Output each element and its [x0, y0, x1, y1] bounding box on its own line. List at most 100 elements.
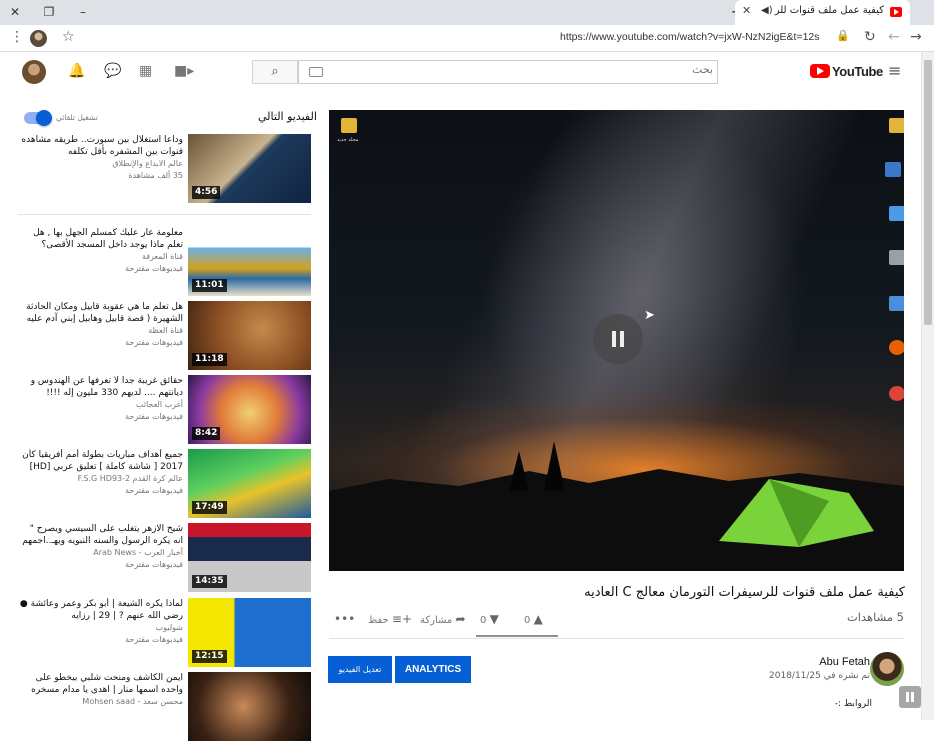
recommendation-item[interactable]: 17:49 جميع أهداف مباريات بطولة أمم أفريق…	[18, 449, 311, 519]
address-bar[interactable]: https://www.youtube.com/watch?v=jxW-NzN2…	[560, 31, 820, 43]
recommendation-title[interactable]: هل تعلم ما هي عقوبة قابيل ومكان الحادثة …	[18, 301, 183, 325]
recommendation-item[interactable]: 11:01 معلومة عار عليك كمسلم الجهل بها , …	[18, 227, 311, 297]
search-icon: ⌕	[271, 64, 279, 79]
recommendation-item[interactable]: 12:15 لماذا يكره الشيعة | أبو بكر وعمر و…	[18, 598, 311, 668]
recommendation-item[interactable]: 11:18 هل تعلم ما هي عقوبة قابيل ومكان ال…	[18, 301, 311, 371]
recommendation-title[interactable]: شيخ الازهر يتغلب على السيسي ويصرح " انه …	[18, 523, 183, 547]
search-input[interactable]	[413, 63, 713, 76]
duration-badge: 4:56	[192, 186, 221, 199]
browser-tabstrip: ✕ ❐ – + كيفية عمل ملف قنوات للرسيفرا ◀) …	[0, 0, 934, 25]
bell-icon[interactable]: 🔔	[68, 63, 85, 79]
account-avatar[interactable]	[22, 60, 46, 84]
recommendation-channel[interactable]: شوليوب	[18, 622, 183, 634]
youtube-logo-text[interactable]: YouTube	[832, 64, 883, 79]
autoplay-label: تشغيل تلقائي	[56, 113, 98, 122]
video-thumbnail[interactable]: 17:49	[188, 449, 311, 518]
search-box[interactable]	[298, 60, 718, 84]
forward-icon[interactable]: ←	[888, 29, 900, 45]
tab-close-icon[interactable]: ✕	[742, 4, 751, 17]
browser-profile-avatar[interactable]	[30, 30, 47, 47]
recommendation-item[interactable]: 8:42 حقائق غريبة جدا لا تعرفها عن الهندو…	[18, 375, 311, 445]
recommendation-item[interactable]: ايمن الكاشف ومنحت شلبي بيخطو على واحده ا…	[18, 672, 311, 742]
autoplay-toggle-knob	[36, 110, 52, 126]
pause-icon[interactable]	[593, 314, 643, 364]
save-label: حفظ	[368, 615, 389, 626]
page-scrollbar[interactable]	[921, 52, 934, 720]
analytics-button[interactable]: ANALYTICS	[395, 656, 471, 683]
duration-badge: 11:18	[192, 353, 227, 366]
dislike-button[interactable]: 0 ▼	[480, 612, 499, 626]
video-landscape	[329, 441, 904, 571]
audio-playing-icon[interactable]: ◀)	[761, 5, 773, 16]
likes-ratio-bar	[476, 635, 558, 637]
desktop-control-icon	[889, 296, 904, 311]
miniplayer-pause-icon[interactable]	[899, 686, 921, 708]
duration-badge: 11:01	[192, 279, 227, 292]
youtube-favicon-icon	[890, 7, 902, 17]
reload-icon[interactable]: ↻	[864, 29, 876, 45]
channel-avatar[interactable]	[870, 652, 904, 686]
channel-name[interactable]: Abu Fetah	[819, 656, 870, 668]
recommendation-meta: فيديوهات مقترحة	[125, 412, 183, 421]
recommendation-channel[interactable]: عالم كرة القدم F.S.G HD93-2	[18, 473, 183, 485]
save-button[interactable]: حفظ ≡+	[368, 612, 412, 626]
recommendation-title[interactable]: وداعا استغلال بين سبورت.. طريقه مشاهده ق…	[18, 134, 183, 158]
recommendation-title[interactable]: لماذا يكره الشيعة | أبو بكر وعمر وعائشة …	[18, 598, 183, 622]
share-button[interactable]: مشاركة ➦	[420, 612, 466, 626]
desktop-folder-icon	[341, 118, 357, 133]
recommendation-title[interactable]: ايمن الكاشف ومنحت شلبي بيخطو على واحده ا…	[18, 672, 183, 696]
share-icon: ➦	[455, 612, 466, 626]
autoplay-toggle[interactable]	[24, 110, 52, 126]
messages-icon[interactable]: 💬	[104, 63, 121, 79]
youtube-header: 🔔 💬 ▦ ■▸ ⌕ YouTube ≡	[0, 52, 920, 94]
mouse-cursor-icon: ➤	[644, 308, 655, 323]
minimize-window-icon[interactable]: –	[72, 3, 94, 21]
video-thumbnail[interactable]: 4:56	[188, 134, 311, 203]
recommendation-title[interactable]: جميع أهداف مباريات بطولة أمم أفريقيا كأن…	[18, 449, 183, 473]
video-thumbnail[interactable]	[188, 672, 311, 741]
recommendation-channel[interactable]: قناة العظة	[18, 325, 183, 337]
browser-tab[interactable]: كيفية عمل ملف قنوات للرسيفرا ◀) ✕	[735, 0, 910, 25]
hamburger-icon[interactable]: ≡	[888, 61, 901, 80]
browser-toolbar: ⋮ ☆ https://www.youtube.com/watch?v=jxW-…	[0, 25, 934, 52]
bookmark-star-icon[interactable]: ☆	[62, 29, 75, 45]
recommendation-item[interactable]: 4:56 وداعا استغلال بين سبورت.. طريقه مشا…	[18, 134, 311, 204]
close-window-icon[interactable]: ✕	[4, 3, 26, 21]
recommendation-meta: فيديوهات مقترحة	[125, 560, 183, 569]
video-thumbnail[interactable]: 12:15	[188, 598, 311, 667]
video-thumbnail[interactable]: 8:42	[188, 375, 311, 444]
share-label: مشاركة	[420, 615, 453, 626]
recommendation-meta: فيديوهات مقترحة	[125, 338, 183, 347]
edit-video-button[interactable]: تعديل الفيديو	[328, 656, 392, 683]
recommendation-meta: 35 ألف مشاهدة	[128, 171, 183, 180]
desktop-computer-icon	[885, 162, 901, 177]
more-icon[interactable]: •••	[334, 612, 355, 626]
recommendation-channel[interactable]: قناة المعرفة	[18, 251, 183, 263]
recommendation-title[interactable]: معلومة عار عليك كمسلم الجهل بها , هل تعل…	[18, 227, 183, 251]
recommendation-title[interactable]: حقائق غريبة جدا لا تعرفها عن الهندوس و د…	[18, 375, 183, 399]
restore-window-icon[interactable]: ❐	[38, 3, 60, 21]
recommendation-channel[interactable]: محسن سعد - Mohsen saad	[18, 696, 183, 708]
back-icon[interactable]: →	[910, 29, 922, 45]
apps-icon[interactable]: ▦	[139, 63, 152, 79]
recommendation-channel[interactable]: أخبار العرب - Arab News	[18, 547, 183, 559]
video-thumbnail[interactable]: 11:01	[188, 227, 311, 296]
video-thumbnail[interactable]: 14:35	[188, 523, 311, 592]
keyboard-icon[interactable]	[309, 67, 323, 77]
recommendation-item[interactable]: 14:35 شيخ الازهر يتغلب على السيسي ويصرح …	[18, 523, 311, 593]
divider	[329, 638, 904, 639]
view-count: 5 مشاهدات	[846, 610, 904, 624]
like-button[interactable]: 0 ▲	[524, 612, 543, 626]
like-count: 0	[524, 615, 531, 626]
video-camera-icon[interactable]: ■▸	[174, 63, 194, 79]
recommendation-channel[interactable]: أغرب العجائب	[18, 399, 183, 411]
description-text: الروابط :-	[834, 699, 872, 709]
scroll-thumb[interactable]	[924, 60, 932, 325]
youtube-logo-icon[interactable]	[810, 64, 830, 78]
tab-title: كيفية عمل ملف قنوات للرسيفرا	[774, 5, 884, 16]
recommendation-channel[interactable]: عالم الابداع والإنطلاق	[18, 158, 183, 170]
video-player[interactable]: مجلد جديد ➤	[329, 110, 904, 571]
video-thumbnail[interactable]: 11:18	[188, 301, 311, 370]
browser-menu-icon[interactable]: ⋮	[10, 29, 24, 45]
search-button[interactable]: ⌕	[252, 60, 298, 84]
